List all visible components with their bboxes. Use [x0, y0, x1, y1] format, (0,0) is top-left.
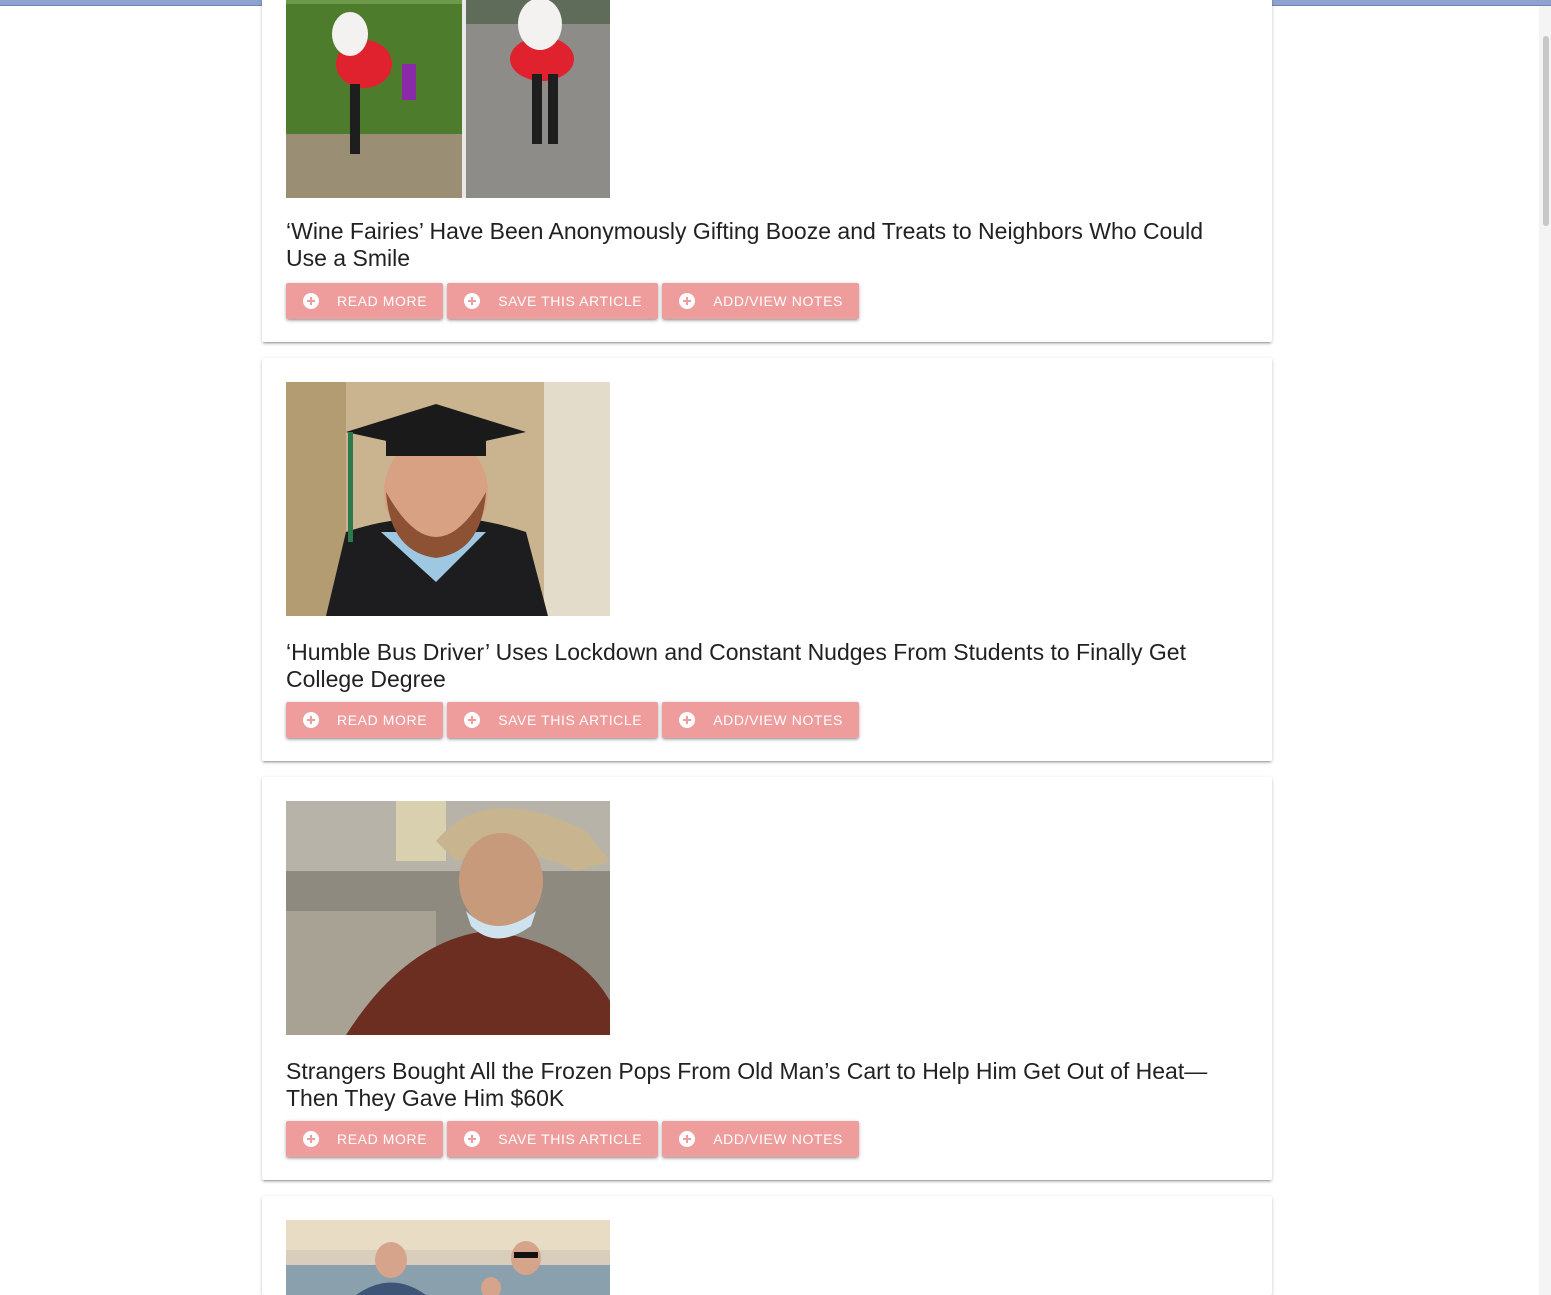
read-more-label: READ MORE: [337, 712, 428, 728]
article-actions: READ MORE SAVE THIS ARTICLE ADD/VIEW NOT…: [286, 702, 859, 738]
save-article-label: SAVE THIS ARTICLE: [498, 293, 643, 309]
add-view-notes-label: ADD/VIEW NOTES: [713, 293, 843, 309]
read-more-label: READ MORE: [337, 1131, 428, 1147]
article-card: [262, 1196, 1272, 1295]
article-title: ‘Humble Bus Driver’ Uses Lockdown and Co…: [286, 639, 1186, 692]
article-card: ‘Wine Fairies’ Have Been Anonymously Gif…: [262, 0, 1272, 342]
article-actions: READ MORE SAVE THIS ARTICLE ADD/VIEW NOT…: [286, 283, 859, 319]
read-more-button[interactable]: READ MORE: [286, 702, 444, 738]
save-article-button[interactable]: SAVE THIS ARTICLE: [447, 1121, 659, 1157]
article-image[interactable]: [286, 1220, 610, 1295]
add-view-notes-button[interactable]: ADD/VIEW NOTES: [662, 1121, 859, 1157]
article-title: ‘Wine Fairies’ Have Been Anonymously Gif…: [286, 218, 1204, 271]
read-more-button[interactable]: READ MORE: [286, 283, 444, 319]
save-article-label: SAVE THIS ARTICLE: [498, 712, 643, 728]
add-view-notes-label: ADD/VIEW NOTES: [713, 712, 843, 728]
read-more-button[interactable]: READ MORE: [286, 1121, 444, 1157]
save-article-label: SAVE THIS ARTICLE: [498, 1131, 643, 1147]
article-actions: READ MORE SAVE THIS ARTICLE ADD/VIEW NOT…: [286, 1121, 859, 1157]
add-circle-icon: [464, 293, 481, 309]
scrollbar-thumb[interactable]: [1543, 36, 1549, 226]
article-card: Strangers Bought All the Frozen Pops Fro…: [262, 777, 1272, 1180]
read-more-label: READ MORE: [337, 293, 428, 309]
add-circle-icon: [303, 1131, 319, 1147]
article-title: Strangers Bought All the Frozen Pops Fro…: [286, 1058, 1208, 1111]
article-image[interactable]: [286, 382, 610, 616]
scrollbar[interactable]: [1539, 6, 1551, 1295]
article-image[interactable]: [286, 0, 610, 198]
add-circle-icon: [464, 712, 481, 728]
add-circle-icon: [303, 293, 319, 309]
save-article-button[interactable]: SAVE THIS ARTICLE: [447, 283, 659, 319]
add-view-notes-label: ADD/VIEW NOTES: [713, 1131, 843, 1147]
article-card: ‘Humble Bus Driver’ Uses Lockdown and Co…: [262, 358, 1272, 761]
add-view-notes-button[interactable]: ADD/VIEW NOTES: [662, 702, 859, 738]
save-article-button[interactable]: SAVE THIS ARTICLE: [447, 702, 659, 738]
add-circle-icon: [679, 1131, 696, 1147]
add-circle-icon: [679, 712, 696, 728]
add-circle-icon: [679, 293, 696, 309]
add-circle-icon: [464, 1131, 481, 1147]
add-view-notes-button[interactable]: ADD/VIEW NOTES: [662, 283, 859, 319]
add-circle-icon: [303, 712, 319, 728]
article-image[interactable]: [286, 801, 610, 1035]
